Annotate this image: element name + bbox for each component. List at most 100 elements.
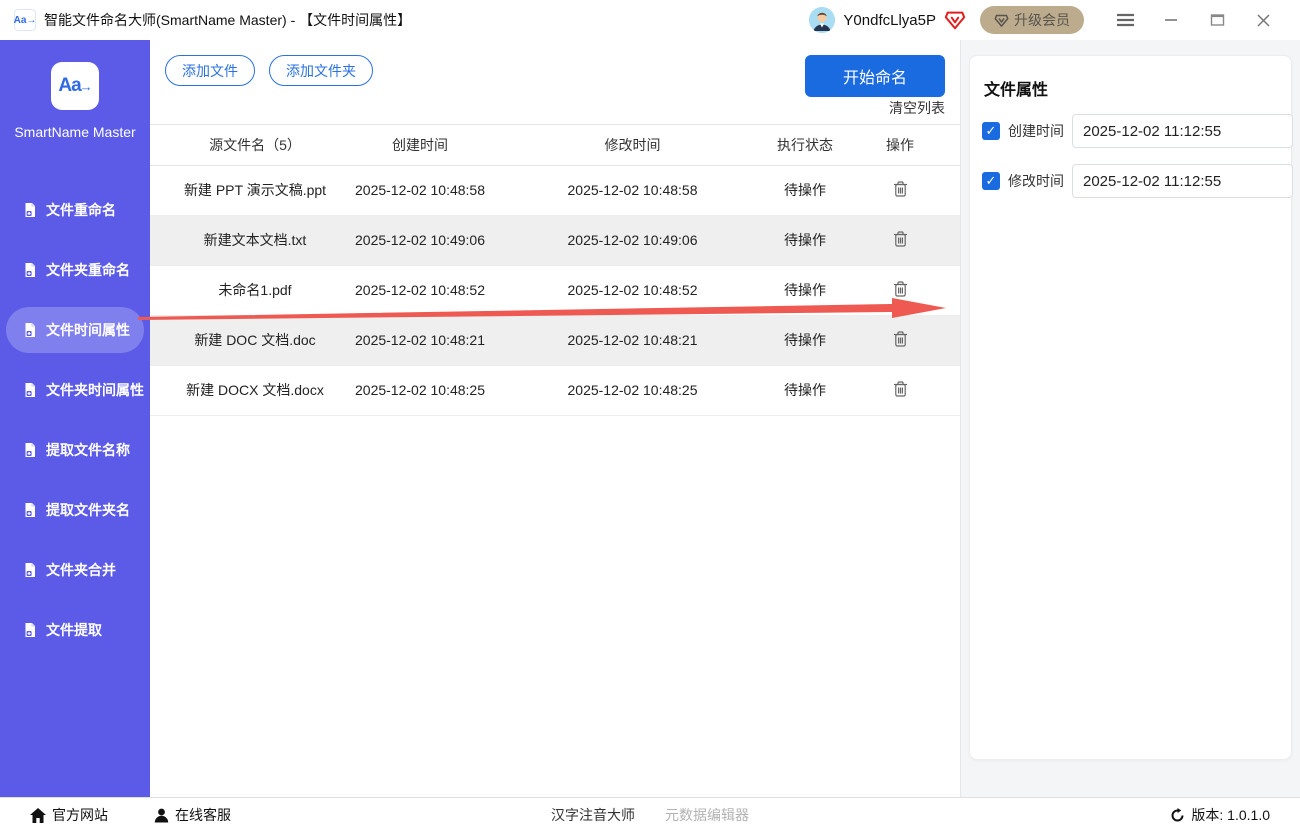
- table-row: 新建 DOCX 文档.docx 2025-12-02 10:48:25 2025…: [150, 365, 960, 416]
- trash-icon: [893, 180, 908, 200]
- cell-filename: 未命名1.pdf: [150, 265, 345, 316]
- trash-icon: [893, 380, 908, 400]
- sidebar-item-label: 提取文件夹名: [46, 502, 130, 518]
- cell-status: 待操作: [770, 315, 840, 366]
- cell-filename: 新建文本文档.txt: [150, 215, 345, 266]
- cell-modified: 2025-12-02 10:48:21: [495, 315, 770, 366]
- cell-action: [840, 215, 960, 266]
- brand-block: Aa→ SmartName Master: [0, 62, 150, 140]
- official-website-link[interactable]: 官方网站: [30, 805, 108, 825]
- minimize-button[interactable]: [1148, 5, 1194, 35]
- header-action: 操作: [840, 125, 960, 166]
- field-label: 修改时间: [1008, 173, 1064, 189]
- datetime-input[interactable]: [1072, 164, 1293, 198]
- panel-title: 文件属性: [984, 82, 1049, 99]
- person-icon: [154, 808, 169, 822]
- cell-created: 2025-12-02 10:48:58: [345, 165, 495, 216]
- header-modified-time: 修改时间: [495, 125, 770, 166]
- window-title: 智能文件命名大师(SmartName Master) - 【文件时间属性】: [44, 12, 412, 28]
- checkbox-checked[interactable]: ✓: [982, 172, 1000, 190]
- delete-row-button[interactable]: [891, 329, 910, 352]
- footer-link-1[interactable]: 元数据编辑器: [665, 805, 749, 825]
- sidebar-item-5[interactable]: 提取文件夹名: [0, 480, 150, 540]
- sidebar-item-3[interactable]: 文件夹时间属性: [0, 360, 150, 420]
- checkbox-checked[interactable]: ✓: [982, 122, 1000, 140]
- cell-created: 2025-12-02 10:48:52: [345, 265, 495, 316]
- file-table: 源文件名（5） 创建时间 修改时间 执行状态 操作 新建 PPT 演示文稿.pp…: [150, 125, 960, 416]
- cell-status: 待操作: [770, 165, 840, 216]
- app-logo-icon: Aa→: [14, 9, 36, 31]
- cell-status: 待操作: [770, 215, 840, 266]
- delete-row-button[interactable]: [891, 229, 910, 252]
- close-button[interactable]: [1240, 5, 1286, 35]
- footer-link-0[interactable]: 汉字注音大师: [551, 805, 635, 825]
- trash-icon: [893, 280, 908, 300]
- maximize-button[interactable]: [1194, 5, 1240, 35]
- file-doc-icon: [22, 322, 38, 338]
- brand-logo-icon: Aa→: [51, 62, 99, 110]
- cell-action: [840, 315, 960, 366]
- field-label: 创建时间: [1008, 123, 1064, 139]
- cell-modified: 2025-12-02 10:48:52: [495, 265, 770, 316]
- cell-filename: 新建 DOC 文档.doc: [150, 315, 345, 366]
- update-sync-icon[interactable]: [1170, 807, 1185, 823]
- header-source-filename: 源文件名（5）: [150, 125, 345, 166]
- clear-list-link[interactable]: 清空列表: [889, 98, 945, 118]
- menu-button[interactable]: [1102, 5, 1148, 35]
- cell-status: 待操作: [770, 265, 840, 316]
- cell-modified: 2025-12-02 10:48:58: [495, 165, 770, 216]
- sidebar-item-label: 文件夹合并: [46, 562, 116, 578]
- start-naming-button[interactable]: 开始命名: [805, 55, 945, 97]
- file-doc-icon: [22, 262, 38, 278]
- sidebar-item-6[interactable]: 文件夹合并: [0, 540, 150, 600]
- delete-row-button[interactable]: [891, 179, 910, 202]
- file-attributes-card: 文件属性 ✓ 创建时间 ✓ 修改时间: [969, 55, 1293, 760]
- file-doc-icon: [22, 442, 38, 458]
- sidebar-item-label: 文件夹重命名: [46, 262, 130, 278]
- minimize-icon: [1165, 19, 1177, 21]
- cell-action: [840, 365, 960, 416]
- status-bar: 官方网站 在线客服 汉字注音大师 元数据编辑器 版本: 1.0.1.0: [0, 797, 1300, 832]
- table-row: 新建 DOC 文档.doc 2025-12-02 10:48:21 2025-1…: [150, 315, 960, 366]
- hamburger-icon: [1116, 13, 1134, 27]
- cell-created: 2025-12-02 10:48:25: [345, 365, 495, 416]
- sidebar-item-label: 文件夹时间属性: [46, 382, 144, 398]
- datetime-input[interactable]: [1072, 114, 1293, 148]
- attribute-field-row: ✓ 创建时间: [982, 114, 1293, 148]
- sidebar-nav: 文件重命名 文件夹重命名 文件时间属性 文件夹时间属性 提取文件名称 提取文件夹…: [0, 180, 150, 660]
- table-header-row: 源文件名（5） 创建时间 修改时间 执行状态 操作: [150, 125, 960, 166]
- cell-filename: 新建 PPT 演示文稿.ppt: [150, 165, 345, 216]
- cell-modified: 2025-12-02 10:49:06: [495, 215, 770, 266]
- sidebar-item-7[interactable]: 文件提取: [0, 600, 150, 660]
- add-files-button[interactable]: 添加文件: [165, 55, 255, 86]
- header-created-time: 创建时间: [345, 125, 495, 166]
- attribute-field-row: ✓ 修改时间: [982, 164, 1293, 198]
- header-exec-status: 执行状态: [770, 125, 840, 166]
- upgrade-membership-button[interactable]: 升级会员: [980, 6, 1084, 34]
- main-content: 添加文件 添加文件夹 开始命名 清空列表 源文件名（5） 创建时间 修改时间 执…: [150, 40, 960, 797]
- clear-row: 清空列表: [150, 92, 960, 125]
- cell-status: 待操作: [770, 365, 840, 416]
- online-support-label: 在线客服: [175, 807, 231, 823]
- sidebar-item-label: 提取文件名称: [46, 442, 130, 458]
- delete-row-button[interactable]: [891, 279, 910, 302]
- maximize-icon: [1210, 14, 1224, 26]
- sidebar-item-4[interactable]: 提取文件名称: [0, 420, 150, 480]
- table-row: 未命名1.pdf 2025-12-02 10:48:52 2025-12-02 …: [150, 265, 960, 316]
- table-row: 新建 PPT 演示文稿.ppt 2025-12-02 10:48:58 2025…: [150, 165, 960, 216]
- version-info: 版本: 1.0.1.0: [1170, 805, 1270, 825]
- right-panel: 文件属性 ✓ 创建时间 ✓ 修改时间: [960, 40, 1300, 797]
- brand-name: SmartName Master: [14, 124, 136, 140]
- sidebar-item-1[interactable]: 文件夹重命名: [0, 240, 150, 300]
- cell-filename: 新建 DOCX 文档.docx: [150, 365, 345, 416]
- file-doc-icon: [22, 382, 38, 398]
- cell-action: [840, 165, 960, 216]
- sidebar-item-0[interactable]: 文件重命名: [0, 180, 150, 240]
- add-folder-button[interactable]: 添加文件夹: [269, 55, 373, 86]
- sidebar-item-2-active[interactable]: 文件时间属性: [0, 300, 150, 360]
- delete-row-button[interactable]: [891, 379, 910, 402]
- user-avatar[interactable]: [809, 7, 836, 33]
- online-support-link[interactable]: 在线客服: [154, 805, 231, 825]
- membership-shield-icon: [994, 14, 1009, 27]
- cell-modified: 2025-12-02 10:48:25: [495, 365, 770, 416]
